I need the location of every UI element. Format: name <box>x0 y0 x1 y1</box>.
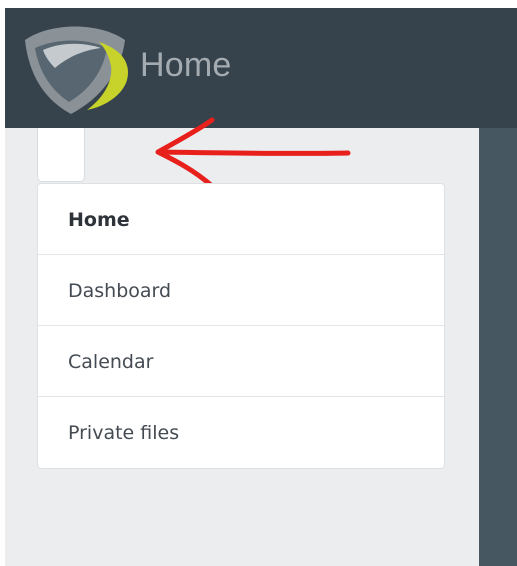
app-frame: Home Home Dashboard Calendar Private fil… <box>5 8 517 566</box>
page-title: Home <box>140 46 232 84</box>
nav-item-dashboard[interactable]: Dashboard <box>38 255 444 326</box>
red-arrow-left-icon <box>155 117 351 189</box>
drawer-toggle-button[interactable] <box>37 128 85 182</box>
main-content-edge <box>479 128 517 566</box>
nav-item-home[interactable]: Home <box>38 184 444 255</box>
nav-item-calendar[interactable]: Calendar <box>38 326 444 397</box>
nav-list: Home Dashboard Calendar Private files <box>37 183 445 469</box>
site-header: Home <box>5 8 517 128</box>
nav-item-private-files[interactable]: Private files <box>38 397 444 468</box>
site-logo-icon[interactable] <box>21 20 133 116</box>
